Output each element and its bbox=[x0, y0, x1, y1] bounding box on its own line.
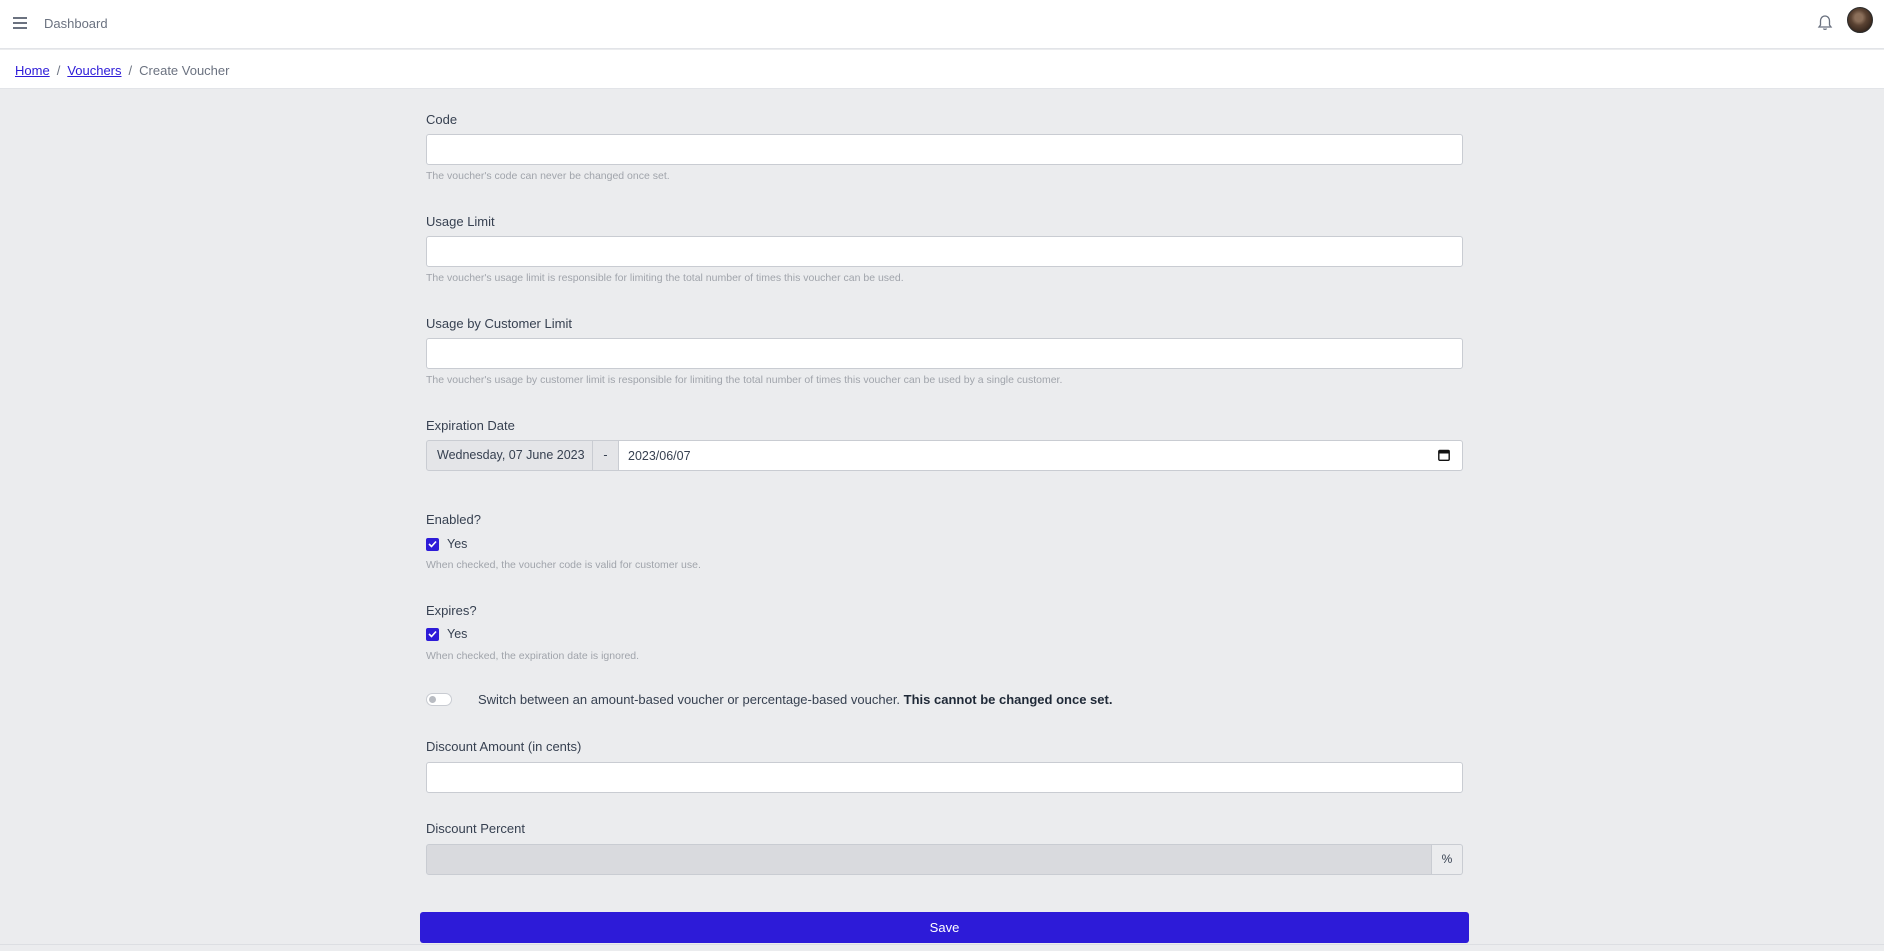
usage-limit-help: The voucher's usage limit is responsible… bbox=[426, 272, 904, 284]
divider bbox=[0, 944, 1884, 945]
breadcrumb-bar: Home / Vouchers / Create Voucher bbox=[0, 50, 1884, 89]
enabled-option-label: Yes bbox=[447, 537, 468, 551]
hamburger-icon[interactable] bbox=[13, 17, 27, 29]
checkmark-icon bbox=[428, 630, 437, 638]
expiration-date-input[interactable]: 2023/06/07 bbox=[619, 440, 1463, 471]
voucher-type-switch-description: Switch between an amount-based voucher o… bbox=[478, 692, 901, 707]
enabled-help: When checked, the voucher code is valid … bbox=[426, 559, 701, 571]
expiration-date-value: 2023/06/07 bbox=[628, 449, 691, 463]
save-button[interactable]: Save bbox=[420, 912, 1469, 943]
discount-amount-label: Discount Amount (in cents) bbox=[426, 739, 582, 754]
enabled-label: Enabled? bbox=[426, 512, 481, 527]
expiration-date-label: Expiration Date bbox=[426, 418, 515, 433]
breadcrumb-separator: / bbox=[56, 63, 61, 78]
code-help: The voucher's code can never be changed … bbox=[426, 170, 670, 182]
expires-checkbox-row[interactable]: Yes bbox=[426, 627, 467, 641]
expires-checkbox[interactable] bbox=[426, 627, 439, 641]
discount-amount-input[interactable] bbox=[427, 763, 1462, 792]
checkmark-icon bbox=[428, 540, 437, 548]
usage-by-customer-help: The voucher's usage by customer limit is… bbox=[426, 374, 1063, 386]
code-field[interactable] bbox=[426, 134, 1463, 165]
usage-limit-input[interactable] bbox=[427, 237, 1462, 266]
voucher-type-toggle[interactable] bbox=[426, 693, 452, 706]
voucher-type-switch-row: Switch between an amount-based voucher o… bbox=[426, 692, 1112, 707]
code-label: Code bbox=[426, 112, 458, 127]
breadcrumb-current: Create Voucher bbox=[139, 63, 230, 78]
discount-percent-label: Discount Percent bbox=[426, 821, 525, 836]
voucher-type-switch-text: Switch between an amount-based voucher o… bbox=[478, 692, 1112, 707]
discount-amount-field[interactable] bbox=[426, 762, 1463, 793]
percent-suffix: % bbox=[1432, 844, 1463, 875]
breadcrumb: Home / Vouchers / Create Voucher bbox=[15, 63, 229, 78]
breadcrumb-vouchers-link[interactable]: Vouchers bbox=[67, 63, 121, 78]
usage-limit-label: Usage Limit bbox=[426, 214, 495, 229]
calendar-icon[interactable] bbox=[1438, 449, 1450, 461]
voucher-type-switch-warning: This cannot be changed once set. bbox=[903, 692, 1113, 707]
app-title: Dashboard bbox=[44, 16, 108, 31]
enabled-checkbox[interactable] bbox=[426, 537, 439, 551]
avatar[interactable] bbox=[1847, 7, 1873, 33]
expiration-date-separator: - bbox=[593, 440, 619, 471]
usage-limit-field[interactable] bbox=[426, 236, 1463, 267]
breadcrumb-separator: / bbox=[128, 63, 133, 78]
usage-by-customer-label: Usage by Customer Limit bbox=[426, 316, 572, 331]
usage-by-customer-input[interactable] bbox=[427, 339, 1462, 368]
expires-option-label: Yes bbox=[447, 627, 468, 641]
expires-help: When checked, the expiration date is ign… bbox=[426, 650, 640, 662]
bell-icon[interactable] bbox=[1817, 14, 1833, 32]
enabled-checkbox-row[interactable]: Yes bbox=[426, 537, 467, 551]
expires-label: Expires? bbox=[426, 603, 477, 618]
discount-percent-group: % bbox=[426, 844, 1463, 875]
top-bar: Dashboard bbox=[0, 0, 1884, 49]
usage-by-customer-field[interactable] bbox=[426, 338, 1463, 369]
code-input[interactable] bbox=[427, 135, 1462, 164]
discount-percent-input bbox=[426, 844, 1432, 875]
breadcrumb-home-link[interactable]: Home bbox=[15, 63, 50, 78]
expiration-date-display: Wednesday, 07 June 2023 bbox=[426, 440, 593, 471]
expiration-date-group: Wednesday, 07 June 2023 - 2023/06/07 bbox=[426, 440, 1463, 471]
